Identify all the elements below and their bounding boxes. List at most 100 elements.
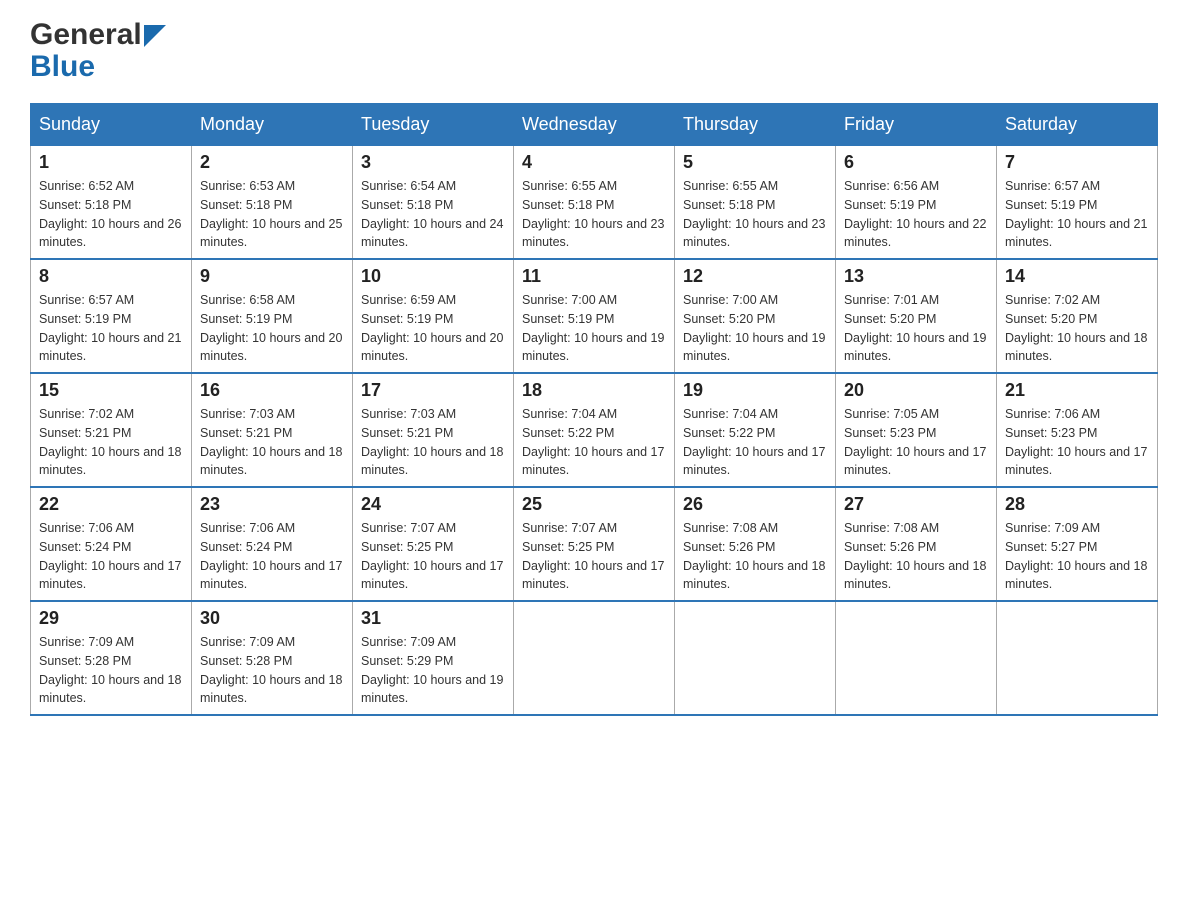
- day-cell-8: 8 Sunrise: 6:57 AM Sunset: 5:19 PM Dayli…: [31, 259, 192, 373]
- day-info: Sunrise: 7:06 AM Sunset: 5:23 PM Dayligh…: [1005, 405, 1149, 480]
- day-info: Sunrise: 7:02 AM Sunset: 5:20 PM Dayligh…: [1005, 291, 1149, 366]
- day-number: 4: [522, 152, 666, 173]
- day-info: Sunrise: 6:59 AM Sunset: 5:19 PM Dayligh…: [361, 291, 505, 366]
- day-cell-4: 4 Sunrise: 6:55 AM Sunset: 5:18 PM Dayli…: [514, 146, 675, 260]
- day-number: 13: [844, 266, 988, 287]
- day-info: Sunrise: 6:55 AM Sunset: 5:18 PM Dayligh…: [683, 177, 827, 252]
- day-info: Sunrise: 7:06 AM Sunset: 5:24 PM Dayligh…: [39, 519, 183, 594]
- day-info: Sunrise: 7:05 AM Sunset: 5:23 PM Dayligh…: [844, 405, 988, 480]
- logo-blue: Blue: [30, 50, 95, 83]
- day-cell-18: 18 Sunrise: 7:04 AM Sunset: 5:22 PM Dayl…: [514, 373, 675, 487]
- day-cell-26: 26 Sunrise: 7:08 AM Sunset: 5:26 PM Dayl…: [675, 487, 836, 601]
- day-number: 20: [844, 380, 988, 401]
- empty-cell: [675, 601, 836, 715]
- day-info: Sunrise: 7:02 AM Sunset: 5:21 PM Dayligh…: [39, 405, 183, 480]
- week-row-3: 15 Sunrise: 7:02 AM Sunset: 5:21 PM Dayl…: [31, 373, 1158, 487]
- empty-cell: [836, 601, 997, 715]
- page-header: General Blue: [30, 20, 1158, 83]
- day-number: 2: [200, 152, 344, 173]
- day-info: Sunrise: 6:57 AM Sunset: 5:19 PM Dayligh…: [39, 291, 183, 366]
- day-number: 1: [39, 152, 183, 173]
- col-header-monday: Monday: [192, 104, 353, 146]
- day-cell-9: 9 Sunrise: 6:58 AM Sunset: 5:19 PM Dayli…: [192, 259, 353, 373]
- day-number: 31: [361, 608, 505, 629]
- day-number: 8: [39, 266, 183, 287]
- day-cell-23: 23 Sunrise: 7:06 AM Sunset: 5:24 PM Dayl…: [192, 487, 353, 601]
- day-info: Sunrise: 6:55 AM Sunset: 5:18 PM Dayligh…: [522, 177, 666, 252]
- day-info: Sunrise: 7:03 AM Sunset: 5:21 PM Dayligh…: [361, 405, 505, 480]
- day-cell-16: 16 Sunrise: 7:03 AM Sunset: 5:21 PM Dayl…: [192, 373, 353, 487]
- day-info: Sunrise: 7:07 AM Sunset: 5:25 PM Dayligh…: [361, 519, 505, 594]
- day-cell-7: 7 Sunrise: 6:57 AM Sunset: 5:19 PM Dayli…: [997, 146, 1158, 260]
- day-number: 7: [1005, 152, 1149, 173]
- day-info: Sunrise: 7:09 AM Sunset: 5:27 PM Dayligh…: [1005, 519, 1149, 594]
- day-info: Sunrise: 6:53 AM Sunset: 5:18 PM Dayligh…: [200, 177, 344, 252]
- day-number: 24: [361, 494, 505, 515]
- day-cell-28: 28 Sunrise: 7:09 AM Sunset: 5:27 PM Dayl…: [997, 487, 1158, 601]
- calendar-table: SundayMondayTuesdayWednesdayThursdayFrid…: [30, 103, 1158, 716]
- day-cell-1: 1 Sunrise: 6:52 AM Sunset: 5:18 PM Dayli…: [31, 146, 192, 260]
- day-number: 9: [200, 266, 344, 287]
- col-header-tuesday: Tuesday: [353, 104, 514, 146]
- day-cell-12: 12 Sunrise: 7:00 AM Sunset: 5:20 PM Dayl…: [675, 259, 836, 373]
- day-cell-15: 15 Sunrise: 7:02 AM Sunset: 5:21 PM Dayl…: [31, 373, 192, 487]
- day-number: 11: [522, 266, 666, 287]
- day-cell-10: 10 Sunrise: 6:59 AM Sunset: 5:19 PM Dayl…: [353, 259, 514, 373]
- col-header-wednesday: Wednesday: [514, 104, 675, 146]
- day-cell-20: 20 Sunrise: 7:05 AM Sunset: 5:23 PM Dayl…: [836, 373, 997, 487]
- day-number: 25: [522, 494, 666, 515]
- day-info: Sunrise: 7:03 AM Sunset: 5:21 PM Dayligh…: [200, 405, 344, 480]
- day-info: Sunrise: 6:57 AM Sunset: 5:19 PM Dayligh…: [1005, 177, 1149, 252]
- day-info: Sunrise: 7:08 AM Sunset: 5:26 PM Dayligh…: [683, 519, 827, 594]
- day-number: 6: [844, 152, 988, 173]
- day-info: Sunrise: 7:09 AM Sunset: 5:28 PM Dayligh…: [200, 633, 344, 708]
- empty-cell: [997, 601, 1158, 715]
- day-number: 15: [39, 380, 183, 401]
- col-header-saturday: Saturday: [997, 104, 1158, 146]
- day-cell-6: 6 Sunrise: 6:56 AM Sunset: 5:19 PM Dayli…: [836, 146, 997, 260]
- week-row-5: 29 Sunrise: 7:09 AM Sunset: 5:28 PM Dayl…: [31, 601, 1158, 715]
- day-number: 12: [683, 266, 827, 287]
- day-number: 21: [1005, 380, 1149, 401]
- day-number: 10: [361, 266, 505, 287]
- day-info: Sunrise: 7:00 AM Sunset: 5:19 PM Dayligh…: [522, 291, 666, 366]
- day-info: Sunrise: 7:09 AM Sunset: 5:29 PM Dayligh…: [361, 633, 505, 708]
- day-number: 30: [200, 608, 344, 629]
- day-cell-30: 30 Sunrise: 7:09 AM Sunset: 5:28 PM Dayl…: [192, 601, 353, 715]
- week-row-2: 8 Sunrise: 6:57 AM Sunset: 5:19 PM Dayli…: [31, 259, 1158, 373]
- day-info: Sunrise: 6:56 AM Sunset: 5:19 PM Dayligh…: [844, 177, 988, 252]
- day-cell-3: 3 Sunrise: 6:54 AM Sunset: 5:18 PM Dayli…: [353, 146, 514, 260]
- day-number: 14: [1005, 266, 1149, 287]
- day-cell-31: 31 Sunrise: 7:09 AM Sunset: 5:29 PM Dayl…: [353, 601, 514, 715]
- day-cell-21: 21 Sunrise: 7:06 AM Sunset: 5:23 PM Dayl…: [997, 373, 1158, 487]
- day-number: 26: [683, 494, 827, 515]
- day-cell-13: 13 Sunrise: 7:01 AM Sunset: 5:20 PM Dayl…: [836, 259, 997, 373]
- day-info: Sunrise: 7:06 AM Sunset: 5:24 PM Dayligh…: [200, 519, 344, 594]
- col-header-sunday: Sunday: [31, 104, 192, 146]
- day-number: 17: [361, 380, 505, 401]
- day-number: 29: [39, 608, 183, 629]
- day-number: 27: [844, 494, 988, 515]
- day-cell-14: 14 Sunrise: 7:02 AM Sunset: 5:20 PM Dayl…: [997, 259, 1158, 373]
- day-cell-2: 2 Sunrise: 6:53 AM Sunset: 5:18 PM Dayli…: [192, 146, 353, 260]
- day-cell-11: 11 Sunrise: 7:00 AM Sunset: 5:19 PM Dayl…: [514, 259, 675, 373]
- day-info: Sunrise: 6:54 AM Sunset: 5:18 PM Dayligh…: [361, 177, 505, 252]
- logo-arrow-icon: [144, 25, 166, 47]
- day-cell-27: 27 Sunrise: 7:08 AM Sunset: 5:26 PM Dayl…: [836, 487, 997, 601]
- week-row-1: 1 Sunrise: 6:52 AM Sunset: 5:18 PM Dayli…: [31, 146, 1158, 260]
- day-number: 16: [200, 380, 344, 401]
- day-number: 5: [683, 152, 827, 173]
- day-info: Sunrise: 7:04 AM Sunset: 5:22 PM Dayligh…: [683, 405, 827, 480]
- day-info: Sunrise: 6:58 AM Sunset: 5:19 PM Dayligh…: [200, 291, 344, 366]
- logo-general: General: [30, 20, 142, 50]
- day-number: 22: [39, 494, 183, 515]
- calendar-header-row: SundayMondayTuesdayWednesdayThursdayFrid…: [31, 104, 1158, 146]
- day-cell-19: 19 Sunrise: 7:04 AM Sunset: 5:22 PM Dayl…: [675, 373, 836, 487]
- day-info: Sunrise: 7:01 AM Sunset: 5:20 PM Dayligh…: [844, 291, 988, 366]
- day-info: Sunrise: 7:09 AM Sunset: 5:28 PM Dayligh…: [39, 633, 183, 708]
- day-cell-22: 22 Sunrise: 7:06 AM Sunset: 5:24 PM Dayl…: [31, 487, 192, 601]
- day-number: 28: [1005, 494, 1149, 515]
- day-cell-17: 17 Sunrise: 7:03 AM Sunset: 5:21 PM Dayl…: [353, 373, 514, 487]
- logo: General Blue: [30, 20, 166, 83]
- day-cell-5: 5 Sunrise: 6:55 AM Sunset: 5:18 PM Dayli…: [675, 146, 836, 260]
